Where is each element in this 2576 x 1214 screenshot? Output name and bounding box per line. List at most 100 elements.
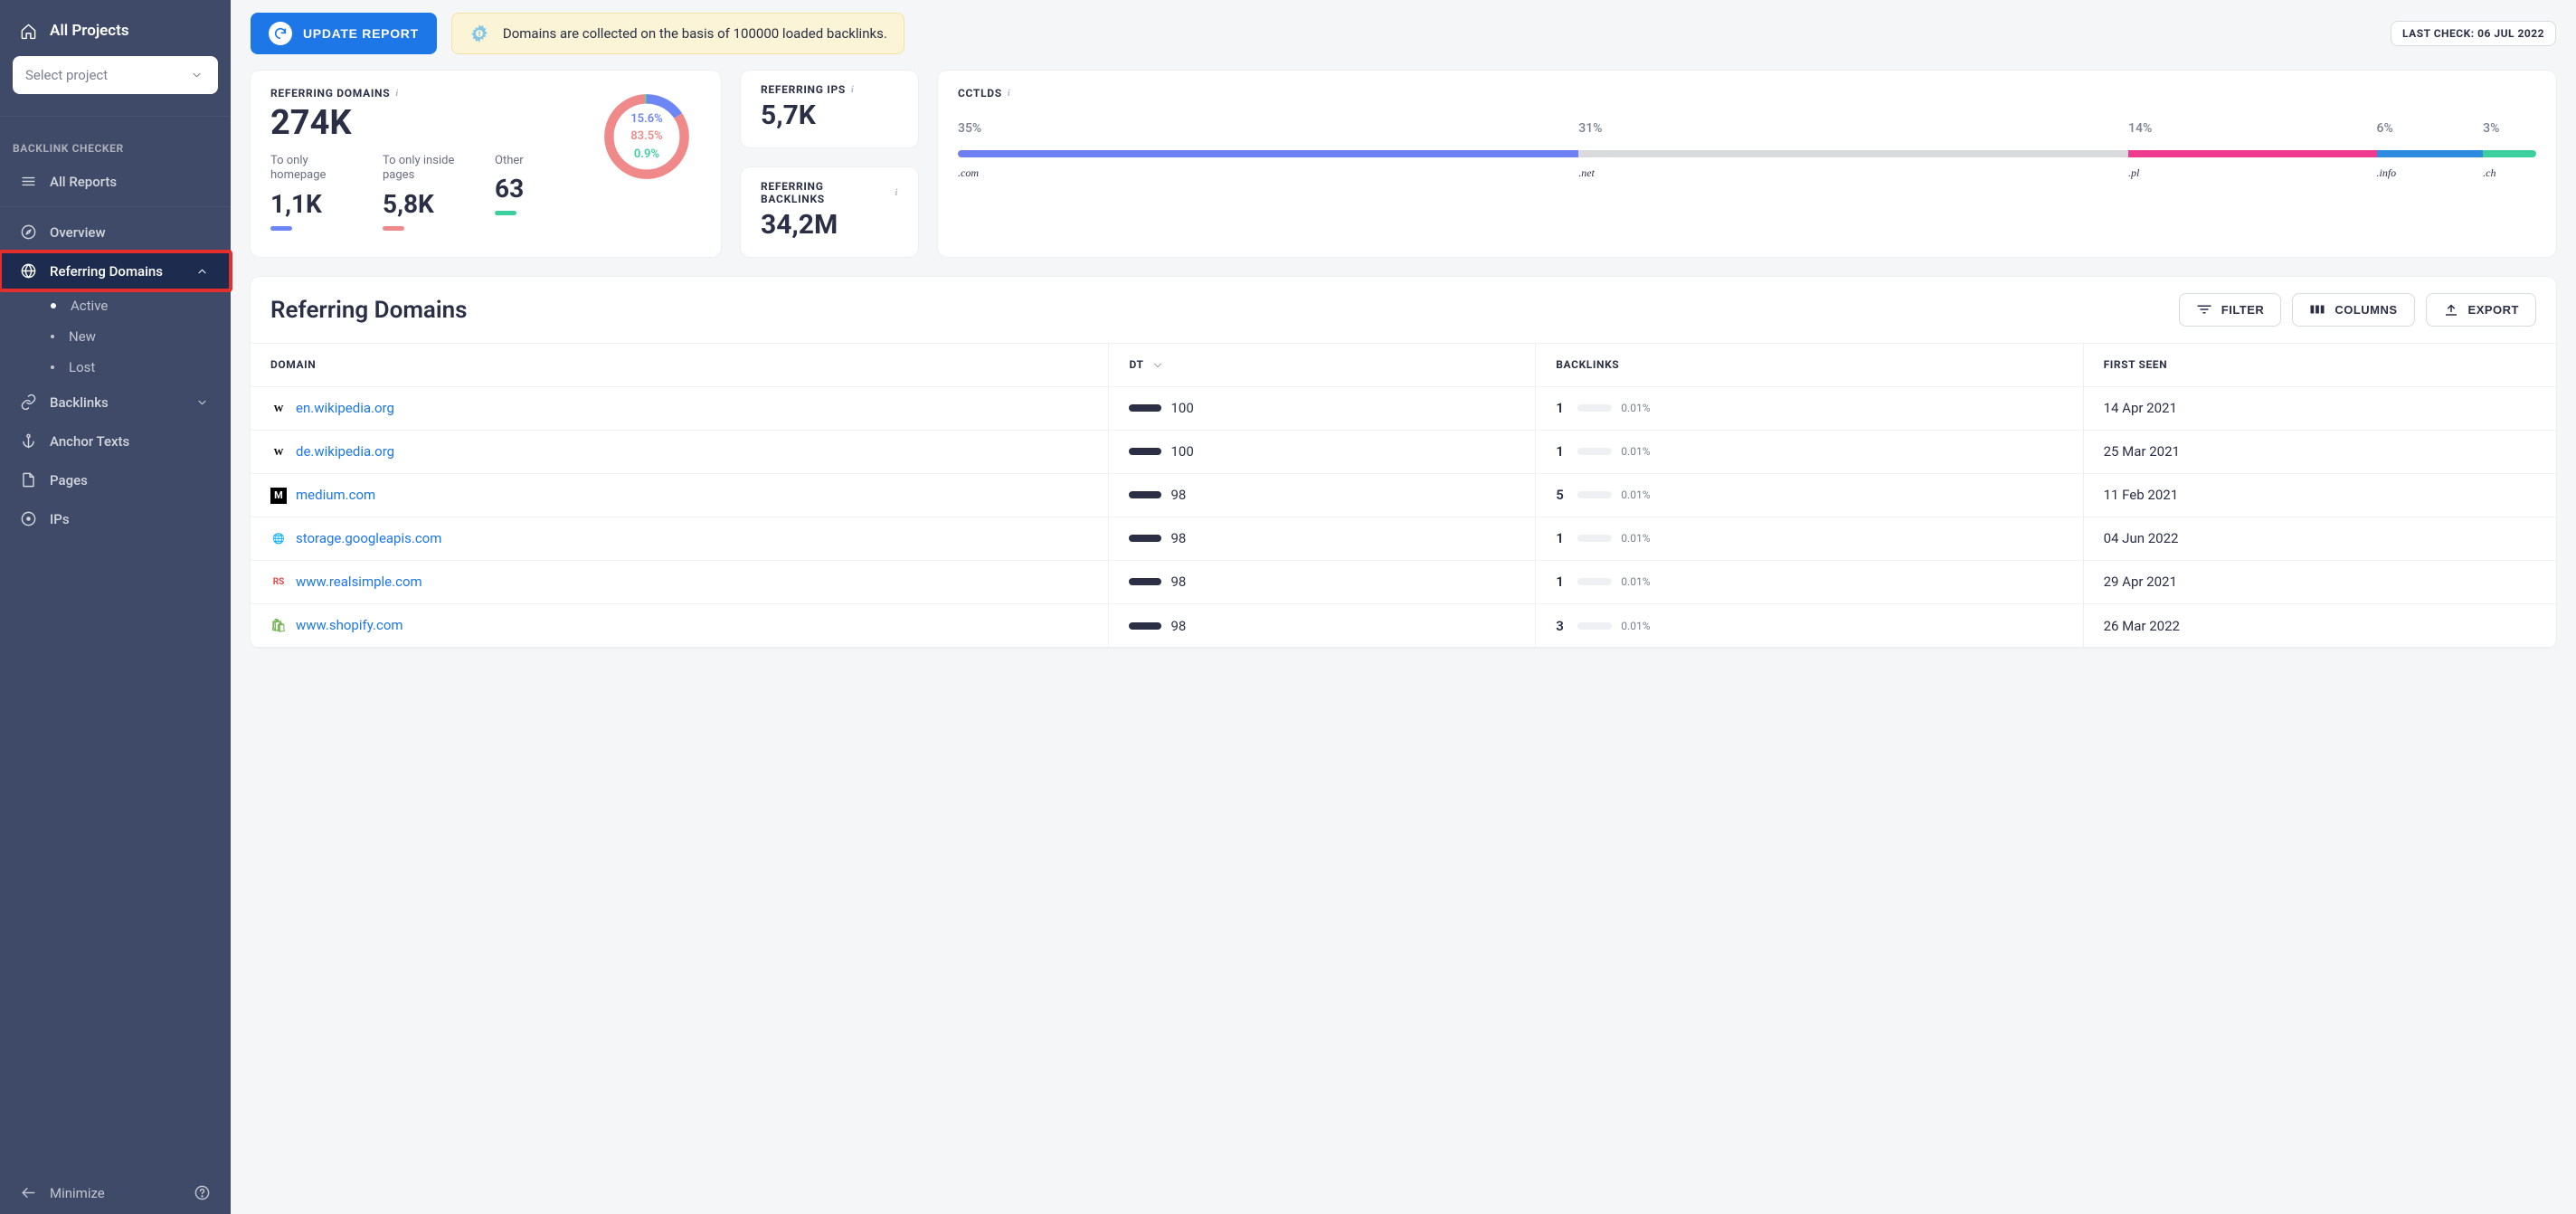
first-seen: 29 Apr 2021 bbox=[2083, 560, 2556, 603]
card-referring-backlinks: REFERRING BACKLINKS i 34,2M bbox=[741, 167, 918, 257]
anchor-icon bbox=[20, 432, 37, 450]
update-report-button[interactable]: UPDATE REPORT bbox=[251, 13, 437, 54]
table-row[interactable]: Mmedium.com 98 5 0.01% 11 Feb 2021 bbox=[251, 473, 2556, 517]
domain-link[interactable]: en.wikipedia.org bbox=[296, 400, 394, 416]
favicon: 🌐 bbox=[270, 531, 287, 547]
table-row[interactable]: RS www.realsimple.com 98 1 0.01% 29 Apr 20… bbox=[251, 560, 2556, 603]
nav-ips[interactable]: IPs bbox=[0, 499, 231, 538]
backlinks-pct: 0.01% bbox=[1621, 445, 1650, 458]
nav-backlinks-label: Backlinks bbox=[50, 394, 109, 411]
export-button[interactable]: EXPORT bbox=[2426, 293, 2536, 327]
backlinks-count: 1 bbox=[1556, 400, 1568, 416]
backlinks-bar bbox=[1577, 404, 1612, 412]
table-title: Referring Domains bbox=[270, 297, 468, 324]
card-cctlds: CCTLDS i 35%31%14%6%3% .com.net.pl.info.… bbox=[938, 71, 2556, 257]
favicon: W bbox=[270, 401, 287, 417]
backlinks-bar bbox=[1577, 578, 1612, 585]
nav-backlinks[interactable]: Backlinks bbox=[0, 383, 231, 422]
project-select[interactable]: Select project bbox=[13, 56, 218, 94]
minimize-button[interactable]: Minimize bbox=[20, 1184, 105, 1201]
col-domain[interactable]: DOMAIN bbox=[251, 344, 1109, 387]
tld-label: .info bbox=[2377, 166, 2484, 180]
chevron-down-icon bbox=[188, 69, 205, 81]
tld-segment bbox=[1578, 150, 2128, 157]
domain-link[interactable]: storage.googleapis.com bbox=[296, 530, 441, 546]
referring-domains-value: 274K bbox=[270, 103, 592, 143]
chevron-down-icon bbox=[1151, 359, 1164, 372]
backlinks-pct: 0.01% bbox=[1621, 402, 1650, 414]
backlinks-count: 1 bbox=[1556, 443, 1568, 460]
dt-bar bbox=[1129, 404, 1161, 412]
list-icon bbox=[20, 173, 37, 190]
chevron-down-icon bbox=[194, 396, 211, 409]
home-icon bbox=[20, 23, 37, 40]
table-row[interactable]: 🛍www.shopify.com 98 30.01% 26 Mar 2022 bbox=[251, 603, 2556, 647]
info-icon[interactable]: i bbox=[395, 89, 398, 99]
favicon: RS bbox=[270, 574, 287, 591]
domain-link[interactable]: de.wikipedia.org bbox=[296, 443, 394, 460]
dt-value: 98 bbox=[1170, 574, 1186, 590]
backlinks-pct: 0.01% bbox=[1621, 575, 1650, 588]
nav-sub-active[interactable]: Active bbox=[31, 290, 231, 321]
dot-icon bbox=[51, 365, 54, 369]
table-row[interactable]: 🌐storage.googleapis.com 98 10.01% 04 Jun… bbox=[251, 517, 2556, 560]
arrow-left-icon bbox=[20, 1184, 37, 1201]
col-first-seen[interactable]: FIRST SEEN bbox=[2083, 344, 2556, 387]
backlinks-pct: 0.01% bbox=[1621, 488, 1650, 501]
backlinks-count: 1 bbox=[1556, 574, 1568, 590]
nav-ips-label: IPs bbox=[50, 511, 70, 527]
page-icon bbox=[20, 471, 37, 488]
backlinks-bar bbox=[1577, 491, 1612, 498]
info-icon[interactable]: i bbox=[851, 85, 854, 95]
target-icon bbox=[20, 510, 37, 527]
all-projects-header[interactable]: All Projects bbox=[13, 16, 218, 52]
export-icon bbox=[2443, 304, 2459, 317]
backlinks-pct: 0.01% bbox=[1621, 532, 1650, 545]
backlinks-count: 5 bbox=[1556, 487, 1568, 503]
columns-button[interactable]: COLUMNS bbox=[2292, 293, 2414, 327]
dot-icon bbox=[51, 303, 56, 308]
backlinks-pct: 0.01% bbox=[1621, 620, 1650, 632]
first-seen: 11 Feb 2021 bbox=[2083, 473, 2556, 517]
nav-all-reports[interactable]: All Reports bbox=[0, 162, 231, 201]
tld-pct: 3% bbox=[2483, 121, 2536, 136]
nav-anchor-texts[interactable]: Anchor Texts bbox=[0, 422, 231, 460]
domain-link[interactable]: medium.com bbox=[296, 487, 375, 503]
nav-overview[interactable]: Overview bbox=[0, 213, 231, 251]
backlinks-bar bbox=[1577, 535, 1612, 542]
columns-icon bbox=[2309, 304, 2325, 317]
first-seen: 04 Jun 2022 bbox=[2083, 517, 2556, 560]
nav-all-reports-label: All Reports bbox=[50, 174, 117, 190]
nav-referring-domains[interactable]: Referring Domains bbox=[0, 251, 231, 290]
col-backlinks[interactable]: BACKLINKS bbox=[1536, 344, 2083, 387]
dt-value: 98 bbox=[1170, 487, 1186, 503]
dt-bar bbox=[1129, 491, 1161, 498]
donut-chart: 15.6% 83.5% 0.9% bbox=[592, 87, 701, 186]
help-icon[interactable] bbox=[194, 1184, 211, 1201]
filter-icon bbox=[2196, 304, 2212, 317]
chevron-up-icon bbox=[194, 265, 211, 278]
domain-link[interactable]: www.realsimple.com bbox=[296, 574, 422, 590]
nav-sub-lost[interactable]: Lost bbox=[31, 352, 231, 383]
info-icon[interactable]: i bbox=[1008, 89, 1010, 99]
tld-pct: 35% bbox=[958, 121, 1578, 136]
col-dt[interactable]: DT bbox=[1109, 344, 1536, 387]
nav-pages[interactable]: Pages bbox=[0, 460, 231, 499]
info-icon[interactable]: i bbox=[895, 188, 898, 198]
dt-bar bbox=[1129, 622, 1161, 630]
table-row[interactable]: Wen.wikipedia.org 100 10.01% 14 Apr 2021 bbox=[251, 386, 2556, 430]
link-icon bbox=[20, 394, 37, 411]
nav-pages-label: Pages bbox=[50, 472, 88, 488]
filter-button[interactable]: FILTER bbox=[2179, 293, 2282, 327]
nav-anchor-texts-label: Anchor Texts bbox=[50, 433, 129, 450]
tld-pct: 14% bbox=[2128, 121, 2376, 136]
favicon: M bbox=[270, 488, 287, 504]
domain-link[interactable]: www.shopify.com bbox=[296, 617, 403, 633]
table-row[interactable]: Wde.wikipedia.org 100 10.01% 25 Mar 2021 bbox=[251, 430, 2556, 473]
dot-icon bbox=[51, 335, 54, 338]
tld-label: .ch bbox=[2483, 166, 2536, 180]
first-seen: 26 Mar 2022 bbox=[2083, 603, 2556, 647]
backlinks-bar bbox=[1577, 622, 1612, 630]
nav-sub-new[interactable]: New bbox=[31, 321, 231, 352]
dt-value: 100 bbox=[1170, 400, 1193, 416]
